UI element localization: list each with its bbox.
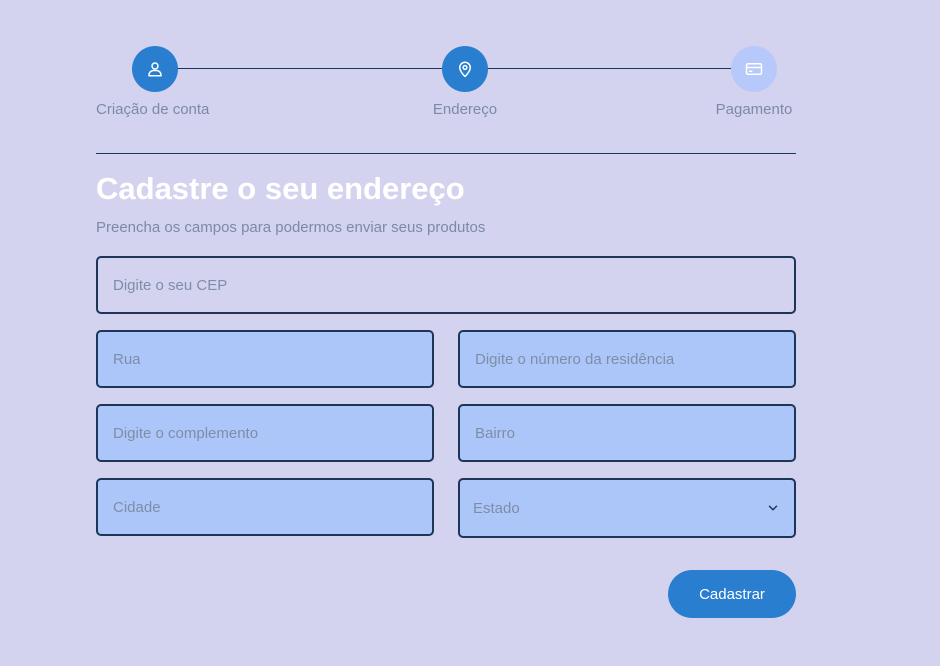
state-select-value: Estado	[473, 499, 520, 517]
step-address: Endereço	[421, 46, 509, 118]
page-title: Cadastre o seu endereço	[96, 171, 465, 206]
house-number-input[interactable]	[458, 330, 796, 388]
chevron-down-icon	[766, 501, 780, 515]
step-payment: Pagamento	[712, 46, 796, 118]
step-circle-address	[442, 46, 488, 92]
section-divider	[96, 153, 796, 154]
step-circle-payment	[731, 46, 777, 92]
register-button[interactable]: Cadastrar	[668, 570, 796, 618]
progress-stepper: Criação de conta Endereço Pagamento	[96, 46, 796, 126]
step-account-creation: Criação de conta	[96, 46, 214, 118]
step-label-payment: Pagamento	[715, 101, 793, 118]
cep-input[interactable]	[96, 256, 796, 314]
map-pin-icon	[459, 61, 471, 78]
neighborhood-input[interactable]	[458, 404, 796, 462]
step-circle-account	[132, 46, 178, 92]
step-label-account: Criação de conta	[96, 101, 210, 118]
state-select[interactable]: Estado	[458, 478, 796, 538]
user-icon	[148, 62, 162, 77]
city-input[interactable]	[96, 478, 434, 536]
street-input[interactable]	[96, 330, 434, 388]
credit-card-icon	[745, 63, 763, 75]
page-subtitle: Preencha os campos para podermos enviar …	[96, 219, 486, 236]
step-label-address: Endereço	[432, 101, 498, 118]
complement-input[interactable]	[96, 404, 434, 462]
